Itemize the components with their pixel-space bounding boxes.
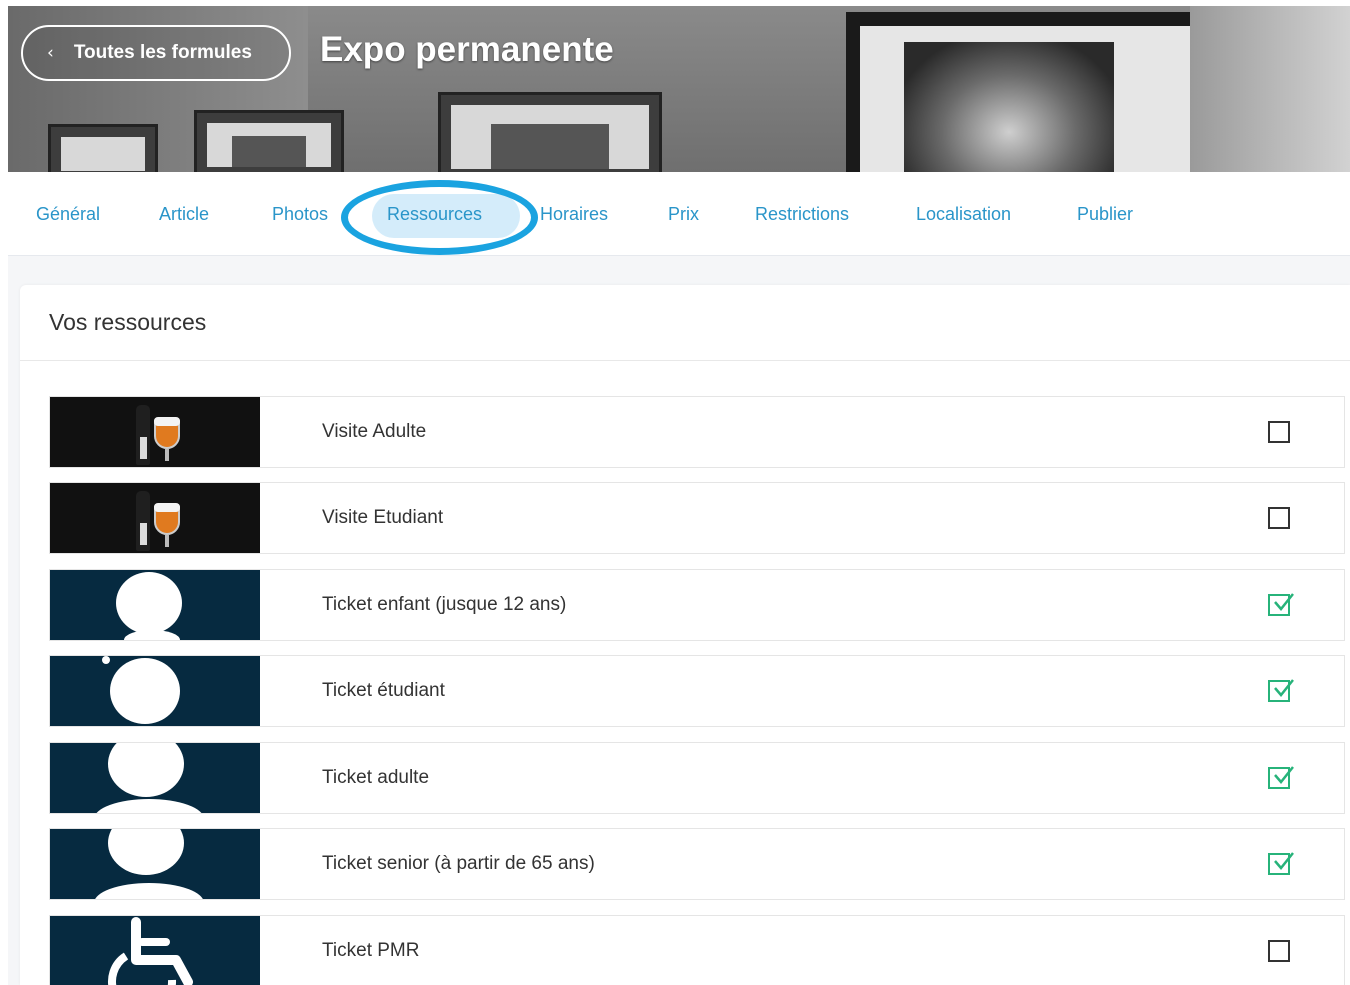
resource-label: Ticket adulte — [322, 767, 430, 788]
beer-bottle-glass-image — [50, 483, 260, 553]
tab-bar: Général Article Photos Ressources Horair… — [8, 172, 1350, 256]
person-silhouette-icon — [50, 829, 260, 899]
tab-prix[interactable]: Prix — [668, 204, 699, 225]
tab-horaires[interactable]: Horaires — [540, 204, 608, 225]
resource-label: Ticket enfant (jusque 12 ans) — [322, 594, 567, 615]
tab-localisation[interactable]: Localisation — [916, 204, 1011, 225]
tab-general[interactable]: Général — [36, 204, 100, 225]
gallery-frame — [194, 110, 344, 172]
resource-checkbox[interactable] — [1268, 940, 1290, 962]
resource-label: Visite Adulte — [322, 421, 427, 442]
gallery-frame — [438, 92, 662, 172]
wheelchair-icon — [50, 916, 260, 985]
resource-checkbox-checked[interactable] — [1268, 593, 1294, 616]
beer-bottle-glass-image — [50, 397, 260, 467]
resources-card: Vos ressources Visite Adulte Visite Etud… — [20, 285, 1350, 985]
resource-row: Ticket enfant (jusque 12 ans) — [49, 569, 1345, 641]
resource-checkbox-checked[interactable] — [1268, 852, 1294, 875]
resource-label: Visite Etudiant — [322, 507, 444, 528]
tab-restrictions[interactable]: Restrictions — [755, 204, 849, 225]
resource-checkbox[interactable] — [1268, 507, 1290, 529]
resource-row: Ticket senior (à partir de 65 ans) — [49, 828, 1345, 900]
chevron-left-icon: ‹ — [47, 43, 54, 63]
portrait-photo — [904, 42, 1114, 172]
resource-row: Ticket adulte — [49, 742, 1345, 814]
back-button-label: Toutes les formules — [73, 42, 252, 63]
resource-label: Ticket senior (à partir de 65 ans) — [322, 853, 595, 874]
card-header: Vos ressources — [20, 285, 1350, 361]
resource-row: Ticket étudiant — [49, 655, 1345, 727]
gallery-frame — [48, 124, 158, 172]
resource-row: Ticket PMR — [49, 915, 1345, 985]
person-silhouette-icon — [50, 570, 260, 640]
page-title: Expo permanente — [320, 30, 614, 69]
resource-label: Ticket étudiant — [322, 680, 445, 701]
resource-row: Visite Adulte — [49, 396, 1345, 468]
tab-ressources[interactable]: Ressources — [387, 204, 482, 225]
back-to-formulas-button[interactable]: ‹ Toutes les formules — [21, 25, 291, 81]
resource-checkbox-checked[interactable] — [1268, 766, 1294, 789]
resource-label: Ticket PMR — [322, 940, 420, 961]
person-silhouette-icon — [50, 743, 260, 813]
tab-publier[interactable]: Publier — [1077, 204, 1133, 225]
gallery-wall — [1190, 6, 1350, 172]
tab-photos[interactable]: Photos — [272, 204, 328, 225]
resource-checkbox-checked[interactable] — [1268, 679, 1294, 702]
portrait-frame — [846, 12, 1206, 172]
resource-checkbox[interactable] — [1268, 421, 1290, 443]
person-silhouette-icon — [50, 656, 260, 726]
card-title: Vos ressources — [49, 309, 207, 335]
resource-row: Visite Etudiant — [49, 482, 1345, 554]
tab-article[interactable]: Article — [159, 204, 209, 225]
